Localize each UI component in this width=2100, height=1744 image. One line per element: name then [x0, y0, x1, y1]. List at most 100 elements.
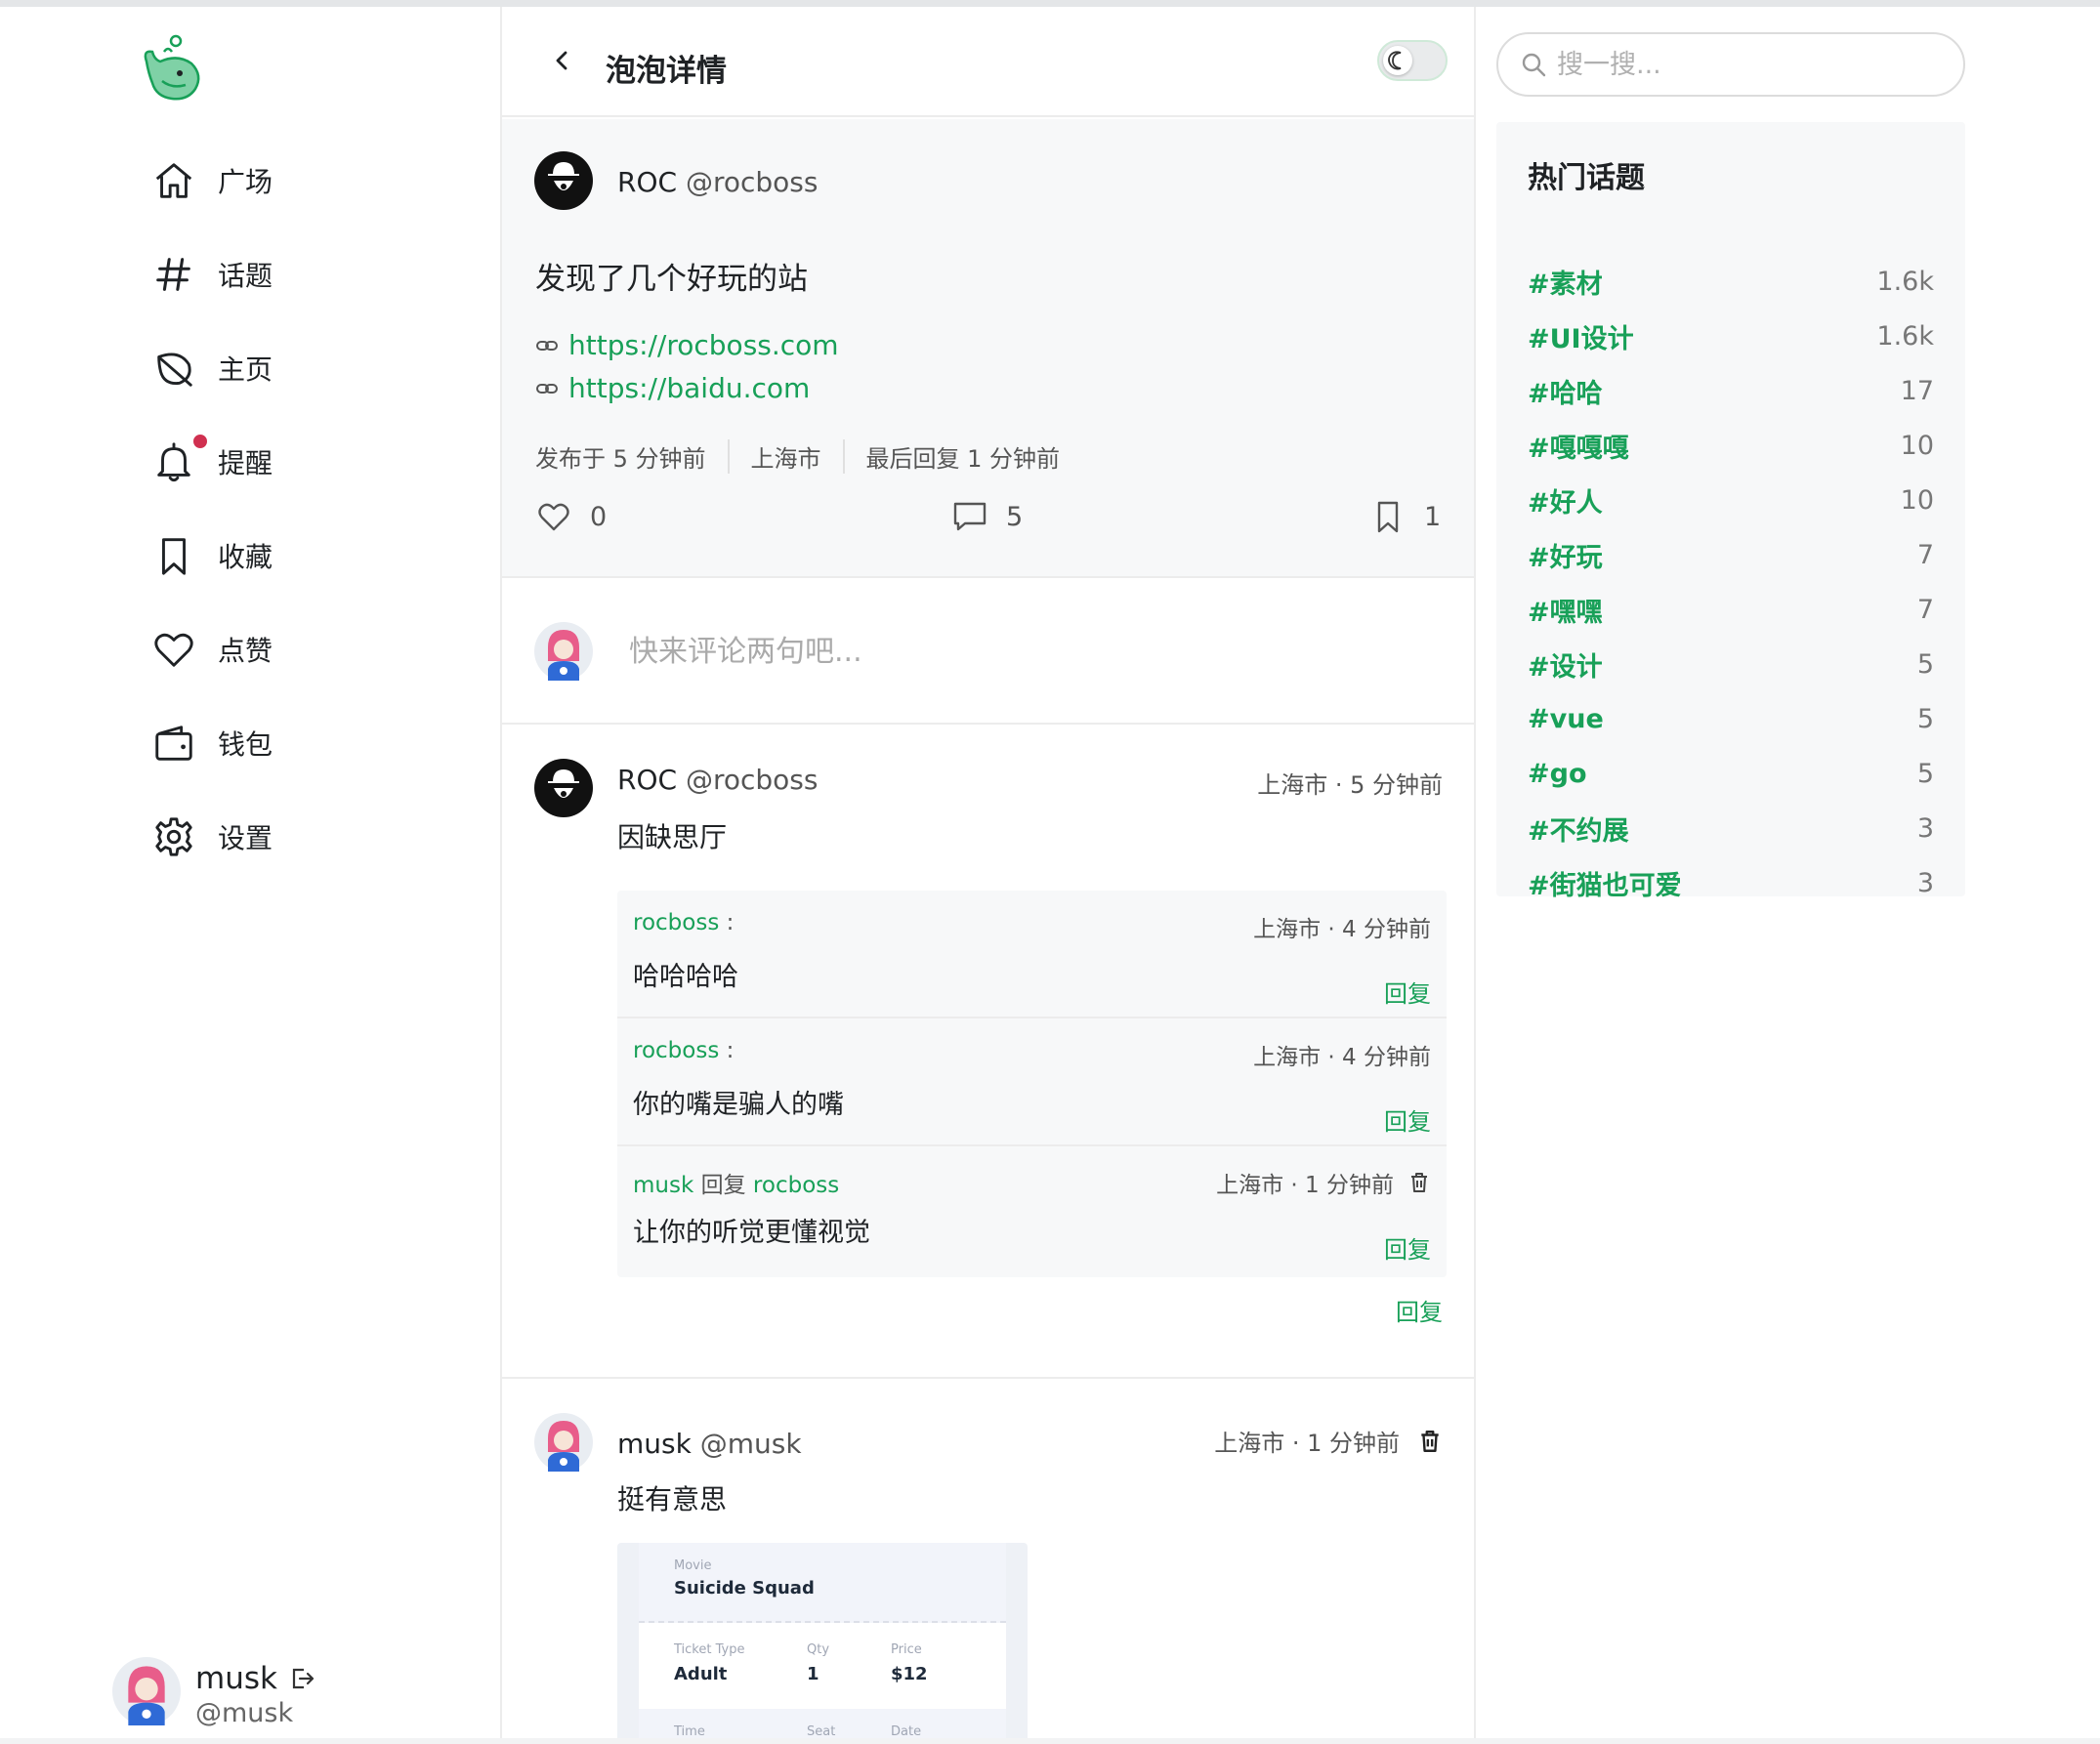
top-border	[0, 0, 2100, 7]
nav-item-likes[interactable]: 点赞	[151, 620, 273, 679]
topic-name: #vue	[1528, 703, 1604, 734]
topic-item[interactable]: #设计 5	[1528, 642, 1934, 686]
moon-icon	[1388, 51, 1402, 70]
comment-input[interactable]	[629, 627, 1430, 676]
unread-dot	[191, 433, 209, 450]
current-user[interactable]: musk @musk	[112, 1657, 405, 1728]
topic-count: 3	[1916, 867, 1934, 898]
current-user-name: musk	[195, 1661, 277, 1696]
post-link-text: https://baidu.com	[568, 372, 811, 404]
post-published-time: 发布于 5 分钟前	[535, 439, 730, 474]
nav-label: 提醒	[218, 447, 273, 479]
reply-time: 上海市 · 1 分钟前	[1216, 1166, 1431, 1199]
topic-item[interactable]: #素材 1.6k	[1528, 259, 1934, 304]
topic-count: 1.6k	[1876, 320, 1934, 352]
topic-name: #嘎嘎嘎	[1528, 433, 1629, 464]
topic-item[interactable]: #好玩 7	[1528, 532, 1934, 577]
avatar[interactable]	[112, 1657, 181, 1725]
search-input[interactable]	[1557, 49, 1948, 80]
nav-item-plaza[interactable]: 广场	[151, 151, 273, 210]
nav-item-settings[interactable]: 设置	[151, 808, 273, 866]
nav-item-wallet[interactable]: 钱包	[151, 714, 273, 772]
reply-target-link[interactable]: rocboss	[753, 1173, 839, 1198]
reply-button[interactable]: 回复	[1384, 1230, 1431, 1265]
theme-toggle[interactable]	[1377, 40, 1448, 81]
comment-author[interactable]: ROC @rocboss	[617, 764, 818, 796]
topic-count: 17	[1900, 375, 1934, 406]
ticket-header: Movie Suicide Squad	[639, 1543, 1006, 1623]
post-detail: ROC @rocboss 发现了几个好玩的站 https://rocboss.c…	[502, 119, 1474, 578]
like-button[interactable]: 0	[535, 498, 607, 535]
nav-item-notifications[interactable]: 提醒	[151, 433, 273, 491]
reply-user-link[interactable]: rocboss	[633, 910, 719, 935]
comment-author-handle: @musk	[699, 1428, 802, 1460]
topic-name: #哈哈	[1528, 378, 1603, 409]
topic-item[interactable]: #嘎嘎嘎 10	[1528, 423, 1934, 468]
back-arrow-icon[interactable]	[547, 46, 576, 75]
nav-item-home[interactable]: 主页	[151, 339, 273, 397]
collect-button[interactable]: 1	[1369, 498, 1441, 535]
reply-time-text: 上海市 · 1 分钟前	[1216, 1173, 1394, 1198]
comment-icon	[953, 502, 987, 531]
topic-item[interactable]: #街猫也可爱 3	[1528, 860, 1934, 905]
post-link[interactable]: https://baidu.com	[535, 372, 810, 404]
reply-author: rocboss :	[633, 1038, 734, 1063]
topic-count: 5	[1916, 703, 1934, 734]
reply-button[interactable]: 回复	[1396, 1293, 1443, 1327]
topic-item[interactable]: #好人 10	[1528, 478, 1934, 522]
hot-topics-panel: 热门话题 #素材 1.6k #UI设计 1.6k #哈哈 17 #嘎嘎嘎 10 #好人 10 #好玩…	[1496, 122, 1965, 901]
logout-icon[interactable]	[288, 1665, 315, 1692]
search-box[interactable]	[1496, 32, 1965, 97]
comment-image[interactable]: Movie Suicide Squad Ticket Type Adult Qt…	[617, 1543, 1028, 1744]
trash-icon[interactable]	[1407, 1171, 1431, 1194]
like-count: 0	[590, 501, 608, 532]
nav-label: 钱包	[218, 728, 273, 761]
avatar[interactable]	[534, 151, 593, 210]
comment-time-text: 上海市 · 1 分钟前	[1214, 1430, 1400, 1457]
reply-text: 让你的听觉更懂视觉	[633, 1218, 870, 1248]
reply-item: musk 回复 rocboss 上海市 · 1 分钟前 让你的听觉更懂视觉 回复	[617, 1146, 1447, 1277]
nav-label: 广场	[218, 166, 273, 198]
topic-item[interactable]: #嘿嘿 7	[1528, 587, 1934, 632]
topic-name: #素材	[1528, 269, 1603, 300]
topic-name: #好玩	[1528, 542, 1603, 573]
reply-list: rocboss : 上海市 · 4 分钟前 哈哈哈哈 回复 rocboss : …	[617, 891, 1447, 1277]
topic-item[interactable]: #vue 5	[1528, 696, 1934, 741]
post-author[interactable]: ROC @rocboss	[617, 166, 818, 198]
bottom-shadow	[0, 1738, 2100, 1744]
toggle-knob	[1383, 46, 1412, 75]
topic-item[interactable]: #不约展 3	[1528, 806, 1934, 851]
post-link[interactable]: https://rocboss.com	[535, 329, 839, 361]
reply-time: 上海市 · 4 分钟前	[1253, 1038, 1431, 1071]
comment-author[interactable]: musk @musk	[617, 1428, 802, 1460]
reply-user-link[interactable]: rocboss	[633, 1038, 719, 1063]
post-meta: 发布于 5 分钟前 上海市 最后回复 1 分钟前	[535, 439, 1103, 474]
comment-time: 上海市 · 5 分钟前	[1257, 766, 1443, 800]
current-user-handle: @musk	[195, 1698, 294, 1728]
avatar[interactable]	[534, 759, 593, 817]
hot-topics-title: 热门话题	[1528, 161, 1645, 195]
reply-user-link[interactable]: musk	[633, 1173, 693, 1198]
topic-item[interactable]: #go 5	[1528, 751, 1934, 796]
trash-icon[interactable]	[1417, 1429, 1443, 1454]
left-sidebar: 广场 话题 主页 提醒 收藏 点赞 钱包 设置 musk @musk	[0, 7, 500, 1744]
bookmark-icon	[1377, 501, 1399, 533]
nav-item-collections[interactable]: 收藏	[151, 526, 273, 585]
wallet-icon	[155, 726, 192, 761]
topic-item[interactable]: #UI设计 1.6k	[1528, 313, 1934, 358]
topic-name: #街猫也可爱	[1528, 870, 1682, 901]
hashtag-icon	[156, 258, 190, 291]
nav-item-topics[interactable]: 话题	[151, 245, 273, 304]
reply-button[interactable]: 回复	[1384, 975, 1431, 1009]
comment-button[interactable]: 5	[951, 498, 1023, 535]
comment-text: 挺有意思	[617, 1483, 728, 1516]
reply-author: musk 回复 rocboss	[633, 1166, 839, 1199]
ticket-body: Ticket Type Adult Qty 1 Price $12	[639, 1623, 1006, 1709]
reply-button[interactable]: 回复	[1384, 1102, 1431, 1137]
whale-logo-icon[interactable]	[139, 32, 205, 103]
nav-label: 点赞	[218, 635, 273, 667]
reply-text: 哈哈哈哈	[633, 962, 738, 992]
comment-author-name: ROC	[617, 764, 678, 796]
topic-item[interactable]: #哈哈 17	[1528, 368, 1934, 413]
avatar[interactable]	[534, 1413, 593, 1472]
